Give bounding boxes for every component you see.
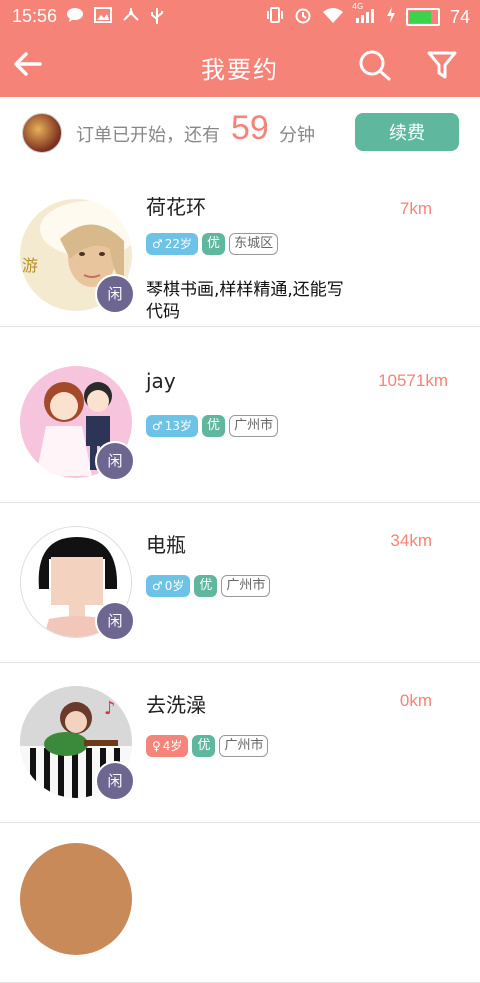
user-name: 荷花环 <box>146 195 206 219</box>
distance: 7km <box>399 199 432 218</box>
distance: 10571km <box>378 371 448 390</box>
order-status-bar: 订单已开始，还有 59 分钟 续费 <box>0 97 480 168</box>
user-description: 琴棋书画,样样精通,还能写代码 <box>146 280 344 322</box>
gender-icon: ♀ <box>152 739 161 753</box>
list-item[interactable]: ♪ 闲 去洗澡 0km ♀ 4岁 优 广州市 <box>0 663 480 823</box>
header-bar: 我要约 <box>0 34 480 97</box>
age-text: 4岁 <box>162 739 183 753</box>
user-name: jay <box>146 369 176 393</box>
gender-icon: ♂ <box>152 579 163 593</box>
charging-icon <box>386 6 396 28</box>
status-badge: 闲 <box>95 761 135 801</box>
list-item[interactable]: 闲 jay 10571km ♂ 13岁 优 广州市 <box>0 343 480 503</box>
network-type: 4G <box>351 2 364 11</box>
city-badge: 广州市 <box>219 735 269 757</box>
status-time: 15:56 <box>12 6 58 26</box>
status-bar: 15:56 4G 74 <box>0 0 480 34</box>
age-badge: ♂ 22岁 <box>146 233 199 255</box>
svg-text:♪: ♪ <box>104 698 116 719</box>
age-text: 13岁 <box>164 419 193 433</box>
age-text: 0岁 <box>164 579 185 593</box>
filter-icon[interactable] <box>426 49 458 81</box>
age-badge: ♂ 13岁 <box>146 415 199 437</box>
distance: 34km <box>390 531 432 550</box>
list-item[interactable] <box>0 823 480 983</box>
avatar <box>20 843 132 955</box>
status-badge: 闲 <box>95 601 135 641</box>
alarm-icon <box>294 6 312 28</box>
level-badge: 优 <box>192 735 216 757</box>
battery-fill <box>408 11 432 23</box>
user-name: 去洗澡 <box>146 693 206 717</box>
page-title: 我要约 <box>201 56 279 84</box>
status-badge: 闲 <box>95 274 135 314</box>
image-icon <box>94 7 112 29</box>
avatar <box>22 113 62 153</box>
level-badge: 优 <box>194 575 218 597</box>
vibrate-icon <box>266 7 284 27</box>
order-message: 订单已开始，还有 <box>76 125 220 146</box>
gender-icon: ♂ <box>152 419 163 433</box>
list-item[interactable]: 游 闲 荷花环 7km ♂ 22岁 优 东城区 琴棋书画,样样精通,还能写代码 <box>0 167 480 327</box>
svg-text:游: 游 <box>22 256 38 275</box>
battery-percent: 74 <box>449 6 470 27</box>
chat-icon <box>66 7 84 29</box>
age-text: 22岁 <box>164 237 193 251</box>
minutes-unit: 分钟 <box>279 125 315 146</box>
list-item[interactable]: 闲 电瓶 34km ♂ 0岁 优 广州市 <box>0 503 480 663</box>
usb-icon <box>150 7 164 29</box>
gender-icon: ♂ <box>152 237 163 251</box>
age-badge: ♂ 0岁 <box>146 575 191 597</box>
status-badge: 闲 <box>95 441 135 481</box>
city-badge: 广州市 <box>221 575 271 597</box>
distance: 0km <box>399 691 432 710</box>
wifi-icon <box>322 7 344 27</box>
usb-share-icon <box>122 7 140 29</box>
signal-icon: 4G <box>352 2 376 28</box>
level-badge: 优 <box>202 233 226 255</box>
city-badge: 广州市 <box>229 415 279 437</box>
renew-button[interactable]: 续费 <box>355 113 459 151</box>
search-icon[interactable] <box>358 49 392 83</box>
battery-icon <box>405 8 440 26</box>
city-badge: 东城区 <box>229 233 279 255</box>
remaining-minutes: 59 <box>231 109 269 147</box>
level-badge: 优 <box>202 415 226 437</box>
age-badge: ♀ 4岁 <box>146 735 189 757</box>
user-name: 电瓶 <box>146 533 186 557</box>
